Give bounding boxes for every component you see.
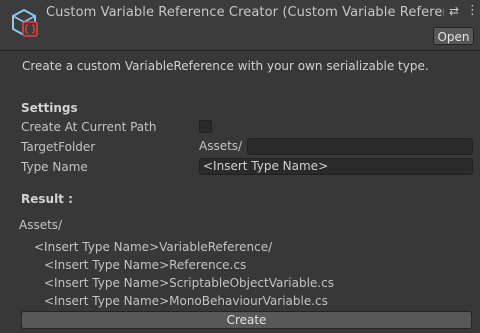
create-at-current-path-label: Create At Current Path (21, 120, 157, 134)
target-folder-prefix: Assets/ (199, 139, 243, 153)
script-braces-icon (12, 9, 38, 37)
target-folder-label: TargetFolder (21, 140, 96, 154)
type-name-input[interactable]: <Insert Type Name> (199, 158, 473, 175)
settings-heading: Settings (21, 101, 78, 115)
target-folder-input[interactable] (247, 138, 473, 155)
result-root-path: Assets/ (19, 218, 63, 232)
create-at-current-path-checkbox[interactable] (199, 120, 212, 133)
result-file-monobehaviour: <Insert Type Name>MonoBehaviourVariable.… (44, 294, 328, 308)
result-heading: Result : (21, 192, 73, 206)
result-folder-path: <Insert Type Name>VariableReference/ (34, 240, 273, 254)
open-button[interactable]: Open (433, 27, 474, 45)
settings-sliders-icon[interactable]: ⇄ (449, 4, 461, 18)
create-button[interactable]: Create (21, 311, 472, 329)
result-file-scriptableobject: <Insert Type Name>ScriptableObjectVariab… (44, 276, 334, 290)
type-name-label: Type Name (21, 160, 88, 174)
window-header: Custom Variable Reference Creator (Custo… (0, 0, 480, 51)
window-title: Custom Variable Reference Creator (Custo… (46, 5, 444, 20)
kebab-menu-icon[interactable]: ⋮ (466, 4, 479, 18)
description-text: Create a custom VariableReference with y… (22, 59, 429, 73)
result-file-reference: <Insert Type Name>Reference.cs (44, 258, 247, 272)
